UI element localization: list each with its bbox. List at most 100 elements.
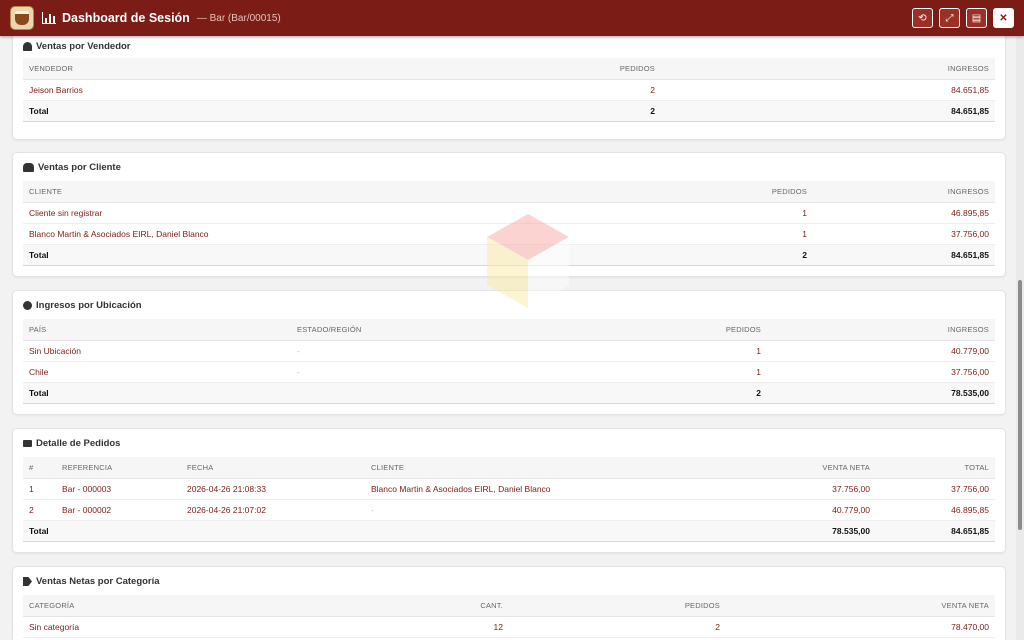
col-cant[interactable]: CANT. [343,595,509,617]
total-pedidos: 2 [603,243,813,266]
cell-cliente: Blanco Martin & Asociados EIRL, Daniel B… [365,478,727,500]
cell-estado: - [291,361,621,383]
cell-cliente: - [365,499,727,521]
title-bar: Dashboard de Sesión — Bar (Bar/00015) ⟲ … [0,0,1024,36]
cell-referencia[interactable]: Bar - 000003 [56,478,181,500]
refresh-button[interactable]: ⟲ [912,8,933,28]
table-row[interactable]: Jeison Barrios 2 84.651,85 [23,79,995,101]
refresh-icon: ⟲ [918,12,927,24]
total-row: Total 2 78.535,00 [23,381,995,404]
col-pedidos[interactable]: PEDIDOS [443,58,661,80]
close-button[interactable]: ✕ [993,8,1014,28]
col-venta-neta[interactable]: VENTA NETA [726,595,995,617]
cell-estado: - [291,340,621,362]
card-ventas-vendedor: Ventas por Vendedor VENDEDOR PEDIDOS ING… [12,36,1006,140]
total-row: Total 2 84.651,85 [23,99,995,122]
window-title: Dashboard de Sesión [62,11,190,25]
cell-pedidos: 2 [509,616,726,638]
col-pedidos[interactable]: PEDIDOS [621,319,767,341]
cell-cant: 12 [343,616,509,638]
col-ingresos[interactable]: INGRESOS [661,58,995,80]
col-pedidos[interactable]: PEDIDOS [603,181,813,203]
window-subtitle: — Bar (Bar/00015) [196,12,281,24]
window-controls: ⟲ ⤢ ▤ ✕ [912,8,1014,28]
table-row[interactable]: 2 Bar - 000002 2026-04-26 21:07:02 - 40.… [23,499,995,521]
cell-num: 1 [23,478,56,500]
tags-icon [23,577,32,586]
cell-total: 46.895,85 [876,499,995,521]
app-logo [10,6,34,30]
dashboard-content[interactable]: Ventas por Vendedor VENDEDOR PEDIDOS ING… [0,36,1016,640]
user-icon [23,42,32,51]
total-pedidos: 2 [621,381,767,404]
col-fecha[interactable]: FECHA [181,457,365,479]
col-ingresos[interactable]: INGRESOS [813,181,995,203]
col-pedidos[interactable]: PEDIDOS [509,595,726,617]
pdf-button[interactable]: ▤ [966,8,987,28]
cell-categoria: Sin categoría [23,616,343,638]
cell-vendedor: Jeison Barrios [23,79,443,101]
cell-pedidos: 1 [603,202,813,224]
bar-chart-icon [42,12,56,24]
table-row[interactable]: Chile - 1 37.756,00 [23,361,995,383]
total-label: Total [23,99,443,122]
cell-referencia[interactable]: Bar - 000002 [56,499,181,521]
cell-pedidos: 2 [443,79,661,101]
cell-total: 37.756,00 [876,478,995,500]
cell-ingresos: 37.756,00 [767,361,995,383]
table-row[interactable]: 1 Bar - 000003 2026-04-26 21:08:33 Blanc… [23,478,995,500]
total-ingresos: 84.651,85 [661,99,995,122]
col-cliente[interactable]: CLIENTE [23,181,603,203]
table-header: PAÍS ESTADO/REGIÓN PEDIDOS INGRESOS [23,319,995,341]
card-title: Ventas por Vendedor [23,41,131,52]
vendedor-table: VENDEDOR PEDIDOS INGRESOS Jeison Barrios… [23,58,995,122]
card-ingresos-ubicacion: Ingresos por Ubicación PAÍS ESTADO/REGIÓ… [12,290,1006,415]
col-estado[interactable]: ESTADO/REGIÓN [291,319,621,341]
cell-pedidos: 1 [603,223,813,245]
expand-icon: ⤢ [945,12,954,24]
total-total: 84.651,85 [876,519,995,542]
col-referencia[interactable]: REFERENCIA [56,457,181,479]
total-row: Total 78.535,00 84.651,85 [23,519,995,542]
table-row[interactable]: Sin Ubicación - 1 40.779,00 [23,340,995,362]
card-ventas-categoria: Ventas Netas por Categoría CATEGORÍA CAN… [12,566,1006,640]
cell-venta-neta: 78.470,00 [726,616,995,638]
card-detalle-pedidos: Detalle de Pedidos # REFERENCIA FECHA CL… [12,428,1006,553]
col-vendedor[interactable]: VENDEDOR [23,58,443,80]
cell-pedidos: 1 [621,361,767,383]
col-venta-neta[interactable]: VENTA NETA [727,457,876,479]
pedidos-table: # REFERENCIA FECHA CLIENTE VENTA NETA TO… [23,457,995,542]
table-header: VENDEDOR PEDIDOS INGRESOS [23,58,995,80]
close-icon: ✕ [999,12,1008,24]
card-title: Ventas Netas por Categoría [23,576,160,587]
table-row[interactable]: Sin categoría 12 2 78.470,00 [23,616,995,638]
cell-ingresos: 40.779,00 [767,340,995,362]
cell-venta-neta: 40.779,00 [727,499,876,521]
total-pedidos: 2 [443,99,661,122]
col-cliente[interactable]: CLIENTE [365,457,727,479]
expand-button[interactable]: ⤢ [939,8,960,28]
cell-num: 2 [23,499,56,521]
total-label: Total [23,519,727,542]
cell-pais: Sin Ubicación [23,340,291,362]
credit-card-icon [23,440,32,447]
col-ingresos[interactable]: INGRESOS [767,319,995,341]
cell-venta-neta: 37.756,00 [727,478,876,500]
cell-pais: Chile [23,361,291,383]
col-pais[interactable]: PAÍS [23,319,291,341]
col-total[interactable]: TOTAL [876,457,995,479]
vertical-scrollbar[interactable] [1016,36,1024,640]
cell-pedidos: 1 [621,340,767,362]
cell-ingresos: 37.756,00 [813,223,995,245]
card-title: Ingresos por Ubicación [23,300,142,311]
table-header: CLIENTE PEDIDOS INGRESOS [23,181,995,203]
cell-ingresos: 84.651,85 [661,79,995,101]
col-categoria[interactable]: CATEGORÍA [23,595,343,617]
users-icon [23,163,34,172]
pdf-icon: ▤ [971,12,982,24]
scrollbar-thumb[interactable] [1018,280,1022,530]
col-num[interactable]: # [23,457,56,479]
total-venta-neta: 78.535,00 [727,519,876,542]
logo-watermark [487,214,569,308]
card-title: Ventas por Cliente [23,162,121,173]
